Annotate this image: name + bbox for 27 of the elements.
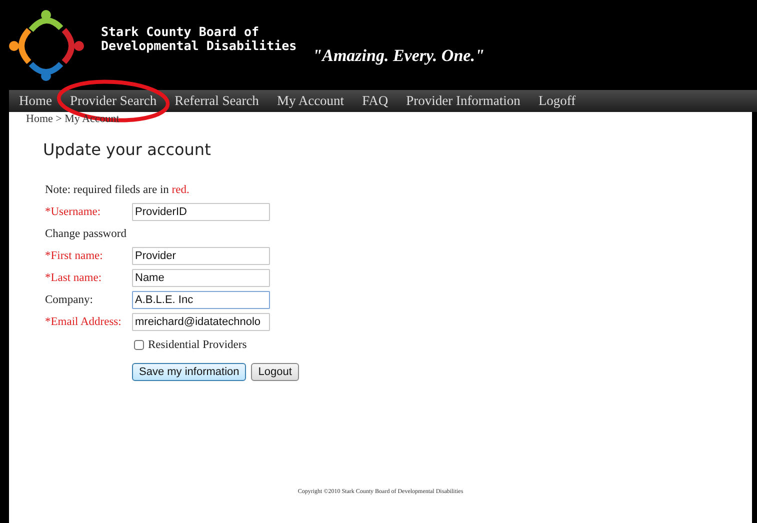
nav-link[interactable]: Referral Search: [174, 93, 259, 108]
tagline: "Amazing. Every. One.": [312, 45, 484, 67]
field-label: *Email Address:: [45, 314, 122, 330]
nav-link[interactable]: FAQ: [362, 93, 388, 108]
nav-link[interactable]: Logoff: [538, 93, 576, 108]
field-label: *Username:: [45, 204, 102, 220]
field-label: *Last name:: [45, 270, 103, 286]
nav-link[interactable]: Provider Information: [406, 93, 520, 108]
save-button[interactable]: Save my information: [132, 363, 246, 382]
logo-icon: [9, 8, 85, 82]
checkbox-label[interactable]: Residential Providers: [148, 336, 247, 354]
text-field[interactable]: mreichard@idatatechnolo: [132, 313, 270, 332]
text-field[interactable]: ProviderID: [132, 203, 270, 222]
nav-link[interactable]: My Account: [276, 93, 344, 108]
nav-link[interactable]: Provider Search: [70, 93, 157, 108]
text-field[interactable]: Name: [132, 269, 270, 288]
residential-checkbox[interactable]: [134, 340, 144, 350]
section-text: Change password: [45, 226, 126, 242]
text-field[interactable]: A.B.L.E. Inc: [132, 291, 270, 310]
nav-link[interactable]: Home: [19, 93, 52, 108]
logout-button[interactable]: Logout: [251, 363, 299, 382]
field-label: Company:: [45, 292, 94, 308]
field-label: *First name:: [45, 248, 104, 264]
text-field[interactable]: Provider: [132, 247, 270, 266]
required-note: Note: required fileds are in red.: [45, 182, 190, 198]
page-title: Update your account: [43, 140, 212, 160]
organization-name: Stark County Board of Developmental Disabilities: [101, 25, 297, 53]
